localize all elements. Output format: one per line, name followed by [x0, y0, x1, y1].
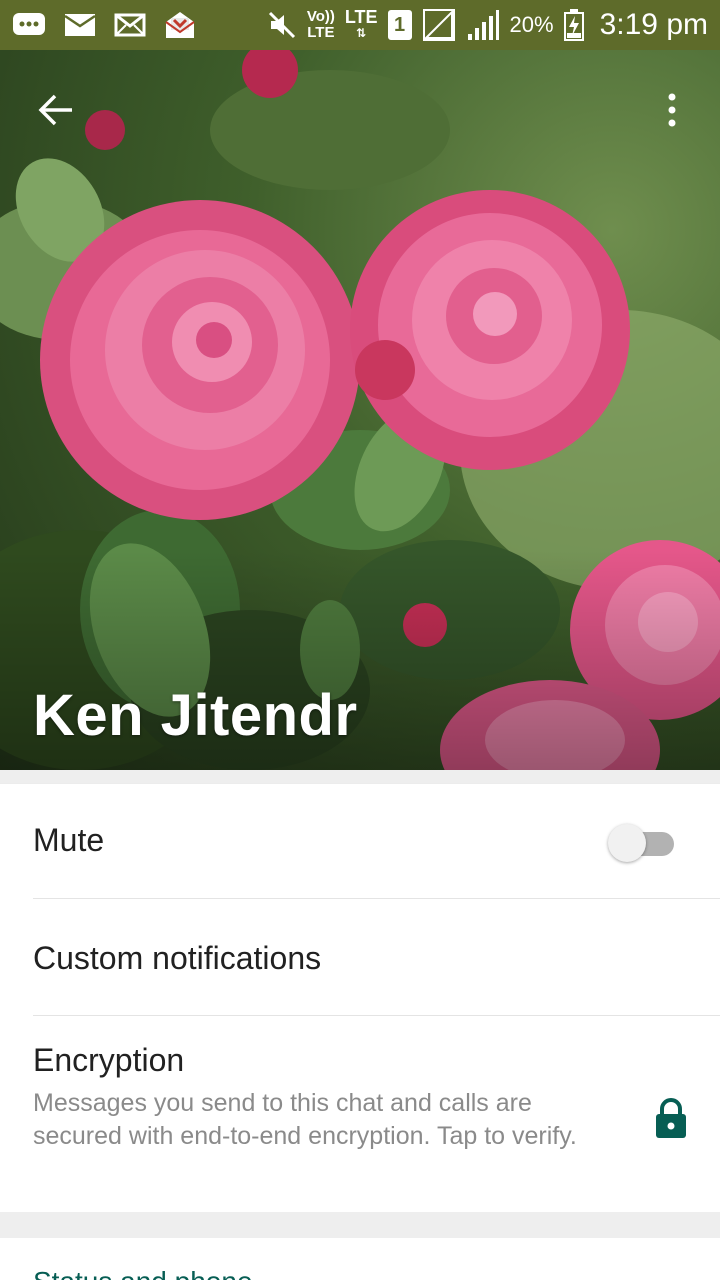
custom-notifications-row[interactable]: Custom notifications — [33, 900, 720, 1016]
more-vert-icon — [668, 93, 676, 127]
encryption-description: Messages you send to this chat and calls… — [33, 1089, 577, 1150]
signal-strength-icon — [466, 8, 500, 42]
mute-speaker-icon — [267, 10, 297, 40]
back-button[interactable] — [28, 82, 84, 138]
section-divider — [0, 1212, 720, 1238]
clock: 3:19 pm — [599, 8, 708, 41]
encryption-row[interactable]: Encryption Messages you send to this cha… — [33, 1017, 720, 1212]
more-options-button[interactable] — [648, 82, 696, 138]
encryption-label: Encryption — [33, 1042, 185, 1078]
volte-lte-label: LTE — [307, 24, 335, 41]
volte-label: Vo)) — [306, 8, 335, 25]
settings-card: Mute Custom notifications Encryption Mes… — [0, 784, 720, 1212]
signal-empty-icon — [422, 8, 456, 42]
email-icon — [64, 13, 96, 37]
volte-indicator: Vo)) LTE — [307, 9, 335, 41]
contact-info-screen: Vo)) LTE LTE ⇅ 1 20% 3:19 pm Ken Jitendr… — [0, 0, 720, 1280]
lock-icon — [656, 1098, 686, 1138]
contact-profile-photo[interactable]: Ken Jitendr — [0, 50, 720, 770]
gmail-icon — [164, 10, 196, 40]
status-bar: Vo)) LTE LTE ⇅ 1 20% 3:19 pm — [0, 0, 720, 50]
mute-label: Mute — [33, 822, 105, 858]
toggle-knob — [608, 824, 646, 862]
status-and-phone-title: Status and phone — [33, 1266, 253, 1280]
notification-icons — [12, 10, 196, 40]
battery-charging-icon — [563, 9, 584, 41]
custom-notifications-label: Custom notifications — [33, 940, 322, 976]
system-indicators: Vo)) LTE LTE ⇅ 1 20% 3:19 pm — [267, 8, 708, 42]
lte-indicator: LTE ⇅ — [344, 7, 378, 41]
mute-toggle[interactable] — [608, 824, 674, 862]
arrow-left-icon — [38, 94, 72, 126]
mute-row[interactable]: Mute — [33, 784, 720, 899]
data-arrows-icon: ⇅ — [356, 26, 367, 40]
sim-slot-indicator: 1 — [387, 10, 412, 40]
lte-label: LTE — [344, 7, 378, 27]
section-divider — [0, 770, 720, 784]
status-and-phone-section: Status and phone — [0, 1238, 720, 1280]
mail-icon — [114, 13, 146, 37]
contact-name: Ken Jitendr — [33, 683, 358, 748]
battery-percent: 20% — [509, 12, 554, 37]
chat-bubble-icon — [12, 12, 46, 38]
